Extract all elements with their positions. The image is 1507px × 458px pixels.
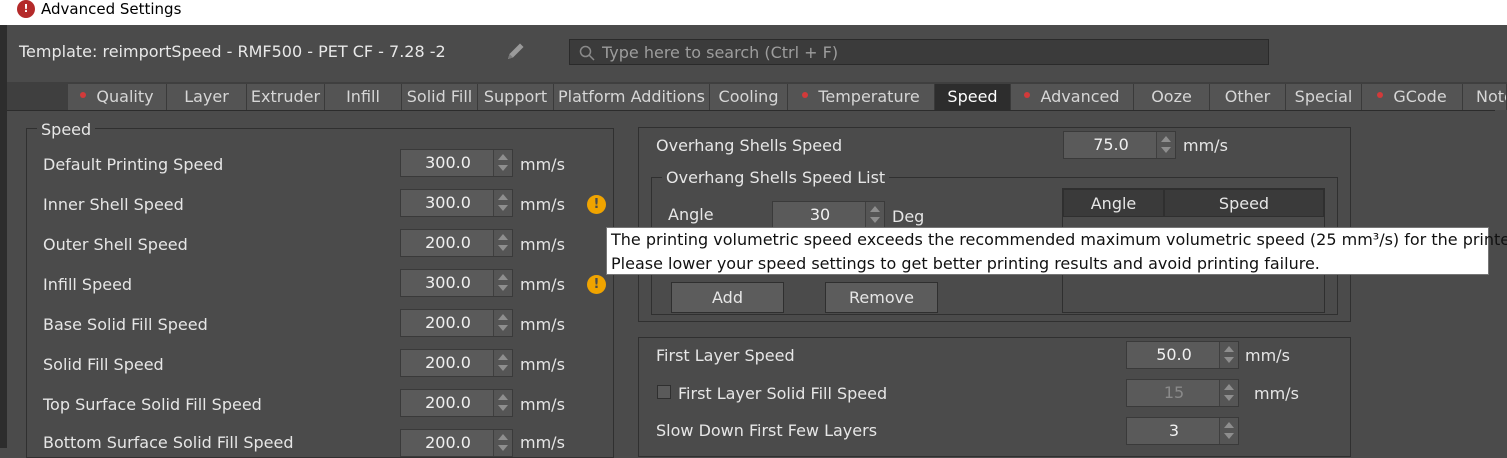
slow-down-layers-input[interactable]: 3 <box>1126 417 1239 445</box>
outer-shell-speed-input[interactable]: 200.0 <box>400 229 513 257</box>
spin-arrows[interactable] <box>493 430 512 456</box>
spin-arrows[interactable] <box>493 230 512 256</box>
spin-arrows[interactable] <box>493 190 512 216</box>
window-titlebar: ! Advanced Settings <box>0 0 1507 25</box>
spin-arrows[interactable] <box>493 350 512 376</box>
unit-label: mm/s <box>520 155 565 174</box>
spin-arrows[interactable] <box>1156 132 1175 158</box>
window-title: Advanced Settings <box>41 0 182 18</box>
overhang-shells-speed-label: Overhang Shells Speed <box>656 136 843 155</box>
modified-dot-icon <box>80 91 87 98</box>
tab-layer[interactable]: Layer <box>167 84 247 110</box>
base-solid-fill-speed-label: Base Solid Fill Speed <box>43 315 208 334</box>
default-printing-speed-input[interactable]: 300.0 <box>400 149 513 177</box>
tab-advanced[interactable]: Advanced <box>1011 84 1134 110</box>
inner-shell-speed-input[interactable]: 300.0 <box>400 189 513 217</box>
tab-gcode[interactable]: GCode <box>1362 84 1463 110</box>
spin-arrows[interactable] <box>1219 418 1238 444</box>
warning-icon[interactable]: ! <box>587 275 606 294</box>
tab-ooze[interactable]: Ooze <box>1134 84 1210 110</box>
tooltip-line-1: The printing volumetric speed exceeds th… <box>611 230 1507 249</box>
tab-solid-fill[interactable]: Solid Fill <box>402 84 478 110</box>
solid-fill-speed-input[interactable]: 200.0 <box>400 349 513 377</box>
solid-fill-speed-label: Solid Fill Speed <box>43 355 164 374</box>
angle-input[interactable]: 30 <box>772 201 885 229</box>
unit-label: mm/s <box>520 275 565 294</box>
tab-cooling[interactable]: Cooling <box>710 84 788 110</box>
base-solid-fill-speed-input[interactable]: 200.0 <box>400 309 513 337</box>
add-button[interactable]: Add <box>671 282 784 313</box>
first-layer-solid-fill-label: First Layer Solid Fill Speed <box>678 384 888 403</box>
unit-label: mm/s <box>520 315 565 334</box>
default-printing-speed-label: Default Printing Speed <box>43 155 224 174</box>
modified-dot-icon <box>1024 91 1031 98</box>
pencil-icon[interactable] <box>505 40 527 62</box>
angle-unit-label: Deg <box>892 207 925 226</box>
unit-label: mm/s <box>520 433 565 452</box>
tab-support[interactable]: Support <box>478 84 554 110</box>
top-surface-solid-fill-speed-input[interactable]: 200.0 <box>400 389 513 417</box>
search-box[interactable] <box>569 39 1269 65</box>
template-name: Template: reimportSpeed - RMF500 - PET C… <box>19 42 446 61</box>
spin-arrows[interactable] <box>1219 380 1238 406</box>
app-icon: ! <box>17 0 35 18</box>
tab-other[interactable]: Other <box>1210 84 1286 110</box>
warning-icon[interactable]: ! <box>587 195 606 214</box>
spin-arrows[interactable] <box>493 150 512 176</box>
infill-speed-label: Infill Speed <box>43 275 133 294</box>
modified-dot-icon <box>1377 91 1384 98</box>
unit-label: mm/s <box>1245 346 1290 365</box>
unit-label: mm/s <box>1254 384 1299 403</box>
first-layer-solid-fill-checkbox[interactable] <box>657 385 671 399</box>
spin-arrows[interactable] <box>1219 342 1238 368</box>
tab-notes[interactable]: Note <box>1463 84 1507 110</box>
speed-group-title: Speed <box>37 120 96 139</box>
spin-arrows[interactable] <box>493 310 512 336</box>
left-edge <box>0 25 7 448</box>
scrollbar[interactable] <box>1495 110 1507 448</box>
first-layer-solid-fill-input[interactable]: 15 <box>1126 379 1239 407</box>
tab-temperature[interactable]: Temperature <box>788 84 935 110</box>
tab-special[interactable]: Special <box>1286 84 1362 110</box>
table-header-angle[interactable]: Angle <box>1063 189 1164 217</box>
search-icon <box>579 45 595 61</box>
tab-extruder[interactable]: Extruder <box>247 84 325 110</box>
tab-speed[interactable]: Speed <box>935 84 1011 110</box>
volumetric-speed-tooltip: The printing volumetric speed exceeds th… <box>606 227 1507 275</box>
bottom-surface-solid-fill-speed-input[interactable]: 200.0 <box>400 429 513 457</box>
unit-label: mm/s <box>520 355 565 374</box>
search-input[interactable] <box>602 42 1252 62</box>
tab-quality[interactable]: Quality <box>68 84 167 110</box>
table-header-speed[interactable]: Speed <box>1164 189 1324 217</box>
unit-label: mm/s <box>520 195 565 214</box>
remove-button[interactable]: Remove <box>825 282 938 313</box>
tab-infill[interactable]: Infill <box>325 84 402 110</box>
overhang-list-title: Overhang Shells Speed List <box>662 168 890 187</box>
angle-label: Angle <box>668 205 714 224</box>
unit-label: mm/s <box>520 235 565 254</box>
outer-shell-speed-label: Outer Shell Speed <box>43 235 188 254</box>
tooltip-line-2: Please lower your speed settings to get … <box>611 254 1320 273</box>
first-layer-speed-label: First Layer Speed <box>656 346 795 365</box>
unit-label: mm/s <box>520 395 565 414</box>
modified-dot-icon <box>802 91 809 98</box>
inner-shell-speed-label: Inner Shell Speed <box>43 195 184 214</box>
bottom-surface-solid-fill-speed-label: Bottom Surface Solid Fill Speed <box>43 433 294 452</box>
slow-down-layers-label: Slow Down First Few Layers <box>656 421 878 440</box>
spin-arrows[interactable] <box>493 270 512 296</box>
unit-label: mm/s <box>1183 136 1228 155</box>
first-layer-speed-input[interactable]: 50.0 <box>1126 341 1239 369</box>
top-surface-solid-fill-speed-label: Top Surface Solid Fill Speed <box>43 395 262 414</box>
spin-arrows[interactable] <box>493 390 512 416</box>
infill-speed-input[interactable]: 300.0 <box>400 269 513 297</box>
overhang-shells-speed-input[interactable]: 75.0 <box>1063 131 1176 159</box>
spin-arrows[interactable] <box>865 202 884 228</box>
tab-platform-additions[interactable]: Platform Additions <box>554 84 710 110</box>
